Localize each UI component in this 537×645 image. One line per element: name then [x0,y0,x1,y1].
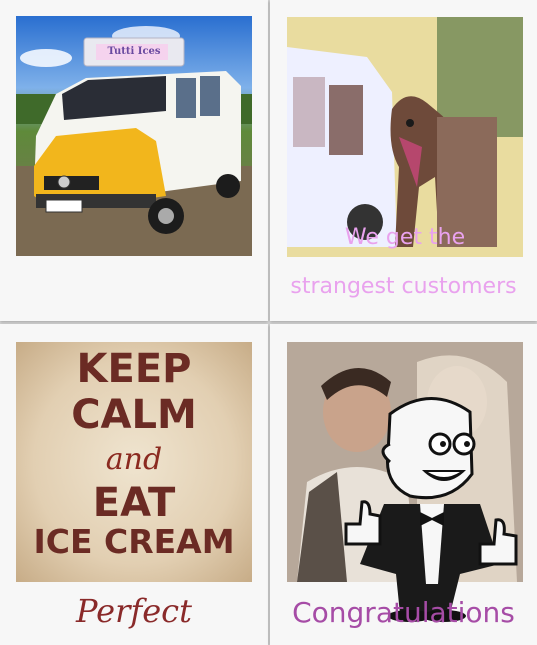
camel-illustration [287,17,523,257]
van-photo: Tutti Ices [16,16,252,256]
caption-congratulations: Congratulations [292,596,515,629]
polaroid-van: Tutti Ices [0,0,268,321]
polaroid-keep-calm: KEEP CALM and EAT ICE CREAM Perfect [0,324,268,645]
keep-calm-poster: KEEP CALM and EAT ICE CREAM [16,342,252,582]
poster-and: and [105,442,163,477]
camel-overlay-line2: strangest customers [290,274,517,299]
poster-ice-cream: ICE CREAM [33,522,235,561]
camel-photo: We get the [287,17,523,257]
poster-eat: EAT [92,480,176,526]
polaroid-couple: Congratulations [270,324,537,645]
van-roof-sign: Tutti Ices [107,46,161,57]
camel-overlay-line1: We get the [344,225,466,250]
thumbs-up-cartoon-man-icon [344,397,518,622]
polaroid-camel: We get the strangest customers [270,0,537,321]
poster-calm: CALM [71,392,197,438]
caption-perfect: Perfect [76,592,192,630]
poster-keep: KEEP [76,346,192,392]
